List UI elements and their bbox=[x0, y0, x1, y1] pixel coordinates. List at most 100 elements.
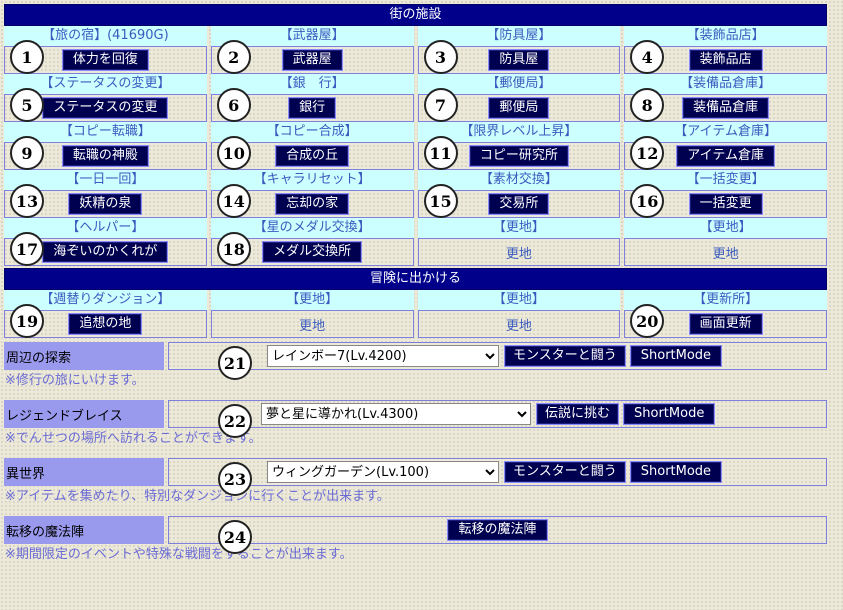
number-marker: 24 bbox=[218, 520, 252, 554]
destination-select[interactable]: 夢と星に導かれ(Lv.4300) bbox=[261, 403, 531, 425]
facility-button[interactable]: 追想の地 bbox=[68, 313, 143, 335]
facility-cell: 【素材交換】 交易所 15 bbox=[417, 170, 621, 218]
facility-button[interactable]: 忘却の家 bbox=[275, 193, 350, 215]
number-marker: 13 bbox=[10, 184, 44, 218]
number-marker: 11 bbox=[423, 136, 458, 170]
facility-button[interactable]: ステータスの変更 bbox=[42, 97, 169, 119]
number-marker: 18 bbox=[216, 232, 251, 266]
facility-cell: 【装備品倉庫】 装備品倉庫 8 bbox=[624, 74, 827, 122]
facility-body: 更地 bbox=[417, 238, 621, 266]
explore-label: 異世界 bbox=[4, 458, 164, 486]
explore-label: レジェンドブレイス bbox=[4, 400, 164, 428]
destination-select[interactable]: ウィングガーデン(Lv.100) bbox=[267, 461, 499, 483]
facility-cell: 【更新所】 画面更新 20 bbox=[624, 290, 827, 338]
number-marker: 1 bbox=[10, 40, 44, 74]
number-marker: 6 bbox=[216, 88, 251, 122]
facility-cell: 【ヘルパー】 海ぞいのかくれが 17 bbox=[4, 218, 207, 266]
facility-cell: 【更地】 更地 bbox=[624, 218, 827, 266]
facility-button[interactable]: 合成の丘 bbox=[275, 145, 350, 167]
facility-cell: 【銀 行】 銀行 6 bbox=[210, 74, 414, 122]
facility-button[interactable]: 郵便局 bbox=[488, 97, 550, 119]
explore-note: ※修行の旅にいけます。 bbox=[5, 373, 145, 388]
facility-button[interactable]: 一括変更 bbox=[688, 193, 763, 215]
explore-note: ※でんせつの場所へ訪れることができます。 bbox=[5, 431, 262, 446]
explore-controls: ウィングガーデン(Lv.100) モンスターと闘う ShortMode bbox=[168, 458, 827, 486]
short-mode-button[interactable]: ShortMode bbox=[629, 461, 723, 483]
explore-controls: レインボー7(Lv.4200) モンスターと闘う ShortMode bbox=[168, 342, 827, 370]
explore-note: ※期間限定のイベントや特殊な戦闘をすることが出来ます。 bbox=[5, 547, 353, 562]
facility-button[interactable]: メダル交換所 bbox=[262, 241, 363, 263]
explore-bar: 周辺の探索 レインボー7(Lv.4200) モンスターと闘う ShortMode bbox=[4, 342, 827, 370]
number-marker: 10 bbox=[216, 136, 251, 170]
facility-button[interactable]: アイテム倉庫 bbox=[676, 145, 775, 167]
number-marker: 12 bbox=[630, 136, 665, 170]
facility-cell: 【キャラリセット】 忘却の家 14 bbox=[210, 170, 414, 218]
number-marker: 14 bbox=[216, 184, 251, 218]
number-marker: 2 bbox=[216, 40, 251, 74]
facility-button[interactable]: 妖精の泉 bbox=[68, 193, 143, 215]
facility-button[interactable]: 画面更新 bbox=[688, 313, 763, 335]
facility-title: 【更地】 bbox=[417, 218, 621, 238]
facility-button[interactable]: コピー研究所 bbox=[468, 145, 569, 167]
facility-cell: 【郵便局】 郵便局 7 bbox=[417, 74, 621, 122]
facility-cell: 【更地】 更地 bbox=[417, 290, 621, 338]
number-marker: 15 bbox=[423, 184, 458, 218]
explore-section: 周辺の探索 レインボー7(Lv.4200) モンスターと闘う ShortMode ※修行… bbox=[4, 342, 827, 574]
short-mode-button[interactable]: ShortMode bbox=[623, 403, 716, 425]
vacant-lot-text: 更地 bbox=[505, 318, 532, 334]
battle-button[interactable]: モンスターと闘う bbox=[504, 345, 626, 367]
facility-body: 更地 bbox=[210, 310, 414, 338]
facility-cell: 【防具屋】 防具屋 3 bbox=[417, 26, 621, 74]
facility-cell: 【装飾品店】 装飾品店 4 bbox=[624, 26, 827, 74]
explore-bar: レジェンドブレイス 夢と星に導かれ(Lv.4300) 伝説に挑む ShortMode bbox=[4, 400, 827, 428]
facility-title: 【更地】 bbox=[624, 218, 827, 238]
facility-button[interactable]: 銀行 bbox=[288, 97, 337, 119]
adventure-grid: 【週替りダンジョン】 追想の地 19 【更地】 更地 【更地】 更地 【更新所】 画面更新 20 bbox=[4, 290, 827, 338]
town-grid: 【旅の宿】(41690G) 体力を回復 1 【武器屋】 武器屋 2 【防具屋】 防具屋 3 【装飾… bbox=[4, 26, 827, 266]
number-marker: 7 bbox=[423, 88, 458, 122]
explore-row: 周辺の探索 レインボー7(Lv.4200) モンスターと闘う ShortMode ※修行… bbox=[4, 342, 827, 400]
number-marker: 20 bbox=[630, 304, 665, 338]
number-marker: 8 bbox=[630, 88, 665, 122]
vacant-lot-text: 更地 bbox=[505, 246, 532, 262]
explore-row: レジェンドブレイス 夢と星に導かれ(Lv.4300) 伝説に挑む ShortMode ※… bbox=[4, 400, 827, 458]
destination-select[interactable]: レインボー7(Lv.4200) bbox=[267, 345, 499, 367]
facility-button[interactable]: 武器屋 bbox=[281, 49, 343, 71]
explore-note: ※アイテムを集めたり、特別なダンジョンに行くことが出来ます。 bbox=[5, 489, 390, 504]
battle-button[interactable]: モンスターと闘う bbox=[504, 461, 626, 483]
teleport-button[interactable]: 転移の魔法陣 bbox=[447, 519, 548, 541]
explore-controls: 転移の魔法陣 bbox=[168, 516, 827, 544]
number-marker: 4 bbox=[630, 40, 665, 74]
battle-button[interactable]: 伝説に挑む bbox=[536, 403, 620, 425]
number-marker: 5 bbox=[10, 88, 44, 122]
number-marker: 17 bbox=[10, 232, 44, 266]
adventure-header: 冒険に出かける bbox=[4, 268, 827, 290]
facility-button[interactable]: 防具屋 bbox=[488, 49, 550, 71]
facility-body: 更地 bbox=[417, 310, 621, 338]
explore-label: 転移の魔法陣 bbox=[4, 516, 164, 544]
facility-button[interactable]: 装備品倉庫 bbox=[682, 97, 770, 119]
number-marker: 9 bbox=[10, 136, 44, 170]
facility-cell: 【一括変更】 一括変更 16 bbox=[624, 170, 827, 218]
facility-cell: 【一日一回】 妖精の泉 13 bbox=[4, 170, 207, 218]
vacant-lot-text: 更地 bbox=[299, 318, 326, 334]
facility-panel: 街の施設 【旅の宿】(41690G) 体力を回復 1 【武器屋】 武器屋 2 【防具屋】 防具… bbox=[4, 4, 827, 574]
facility-button[interactable]: 転職の神殿 bbox=[61, 145, 149, 167]
short-mode-button[interactable]: ShortMode bbox=[629, 345, 723, 367]
facility-button[interactable]: 海ぞいのかくれが bbox=[42, 241, 169, 263]
facility-title: 【更地】 bbox=[210, 290, 414, 310]
facility-button[interactable]: 交易所 bbox=[488, 193, 550, 215]
facility-cell: 【星のメダル交換】 メダル交換所 18 bbox=[210, 218, 414, 266]
facility-button[interactable]: 体力を回復 bbox=[61, 49, 149, 71]
town-header: 街の施設 bbox=[4, 4, 827, 26]
explore-bar: 転移の魔法陣 転移の魔法陣 bbox=[4, 516, 827, 544]
number-marker: 19 bbox=[10, 304, 44, 338]
explore-row: 異世界 ウィングガーデン(Lv.100) モンスターと闘う ShortMode ※アイテ… bbox=[4, 458, 827, 516]
facility-cell: 【限界レベル上昇】 コピー研究所 11 bbox=[417, 122, 621, 170]
vacant-lot-text: 更地 bbox=[712, 246, 739, 262]
number-marker: 21 bbox=[218, 346, 252, 380]
number-marker: 23 bbox=[218, 462, 252, 496]
facility-cell: 【コピー合成】 合成の丘 10 bbox=[210, 122, 414, 170]
facility-cell: 【週替りダンジョン】 追想の地 19 bbox=[4, 290, 207, 338]
facility-button[interactable]: 装飾品店 bbox=[688, 49, 763, 71]
